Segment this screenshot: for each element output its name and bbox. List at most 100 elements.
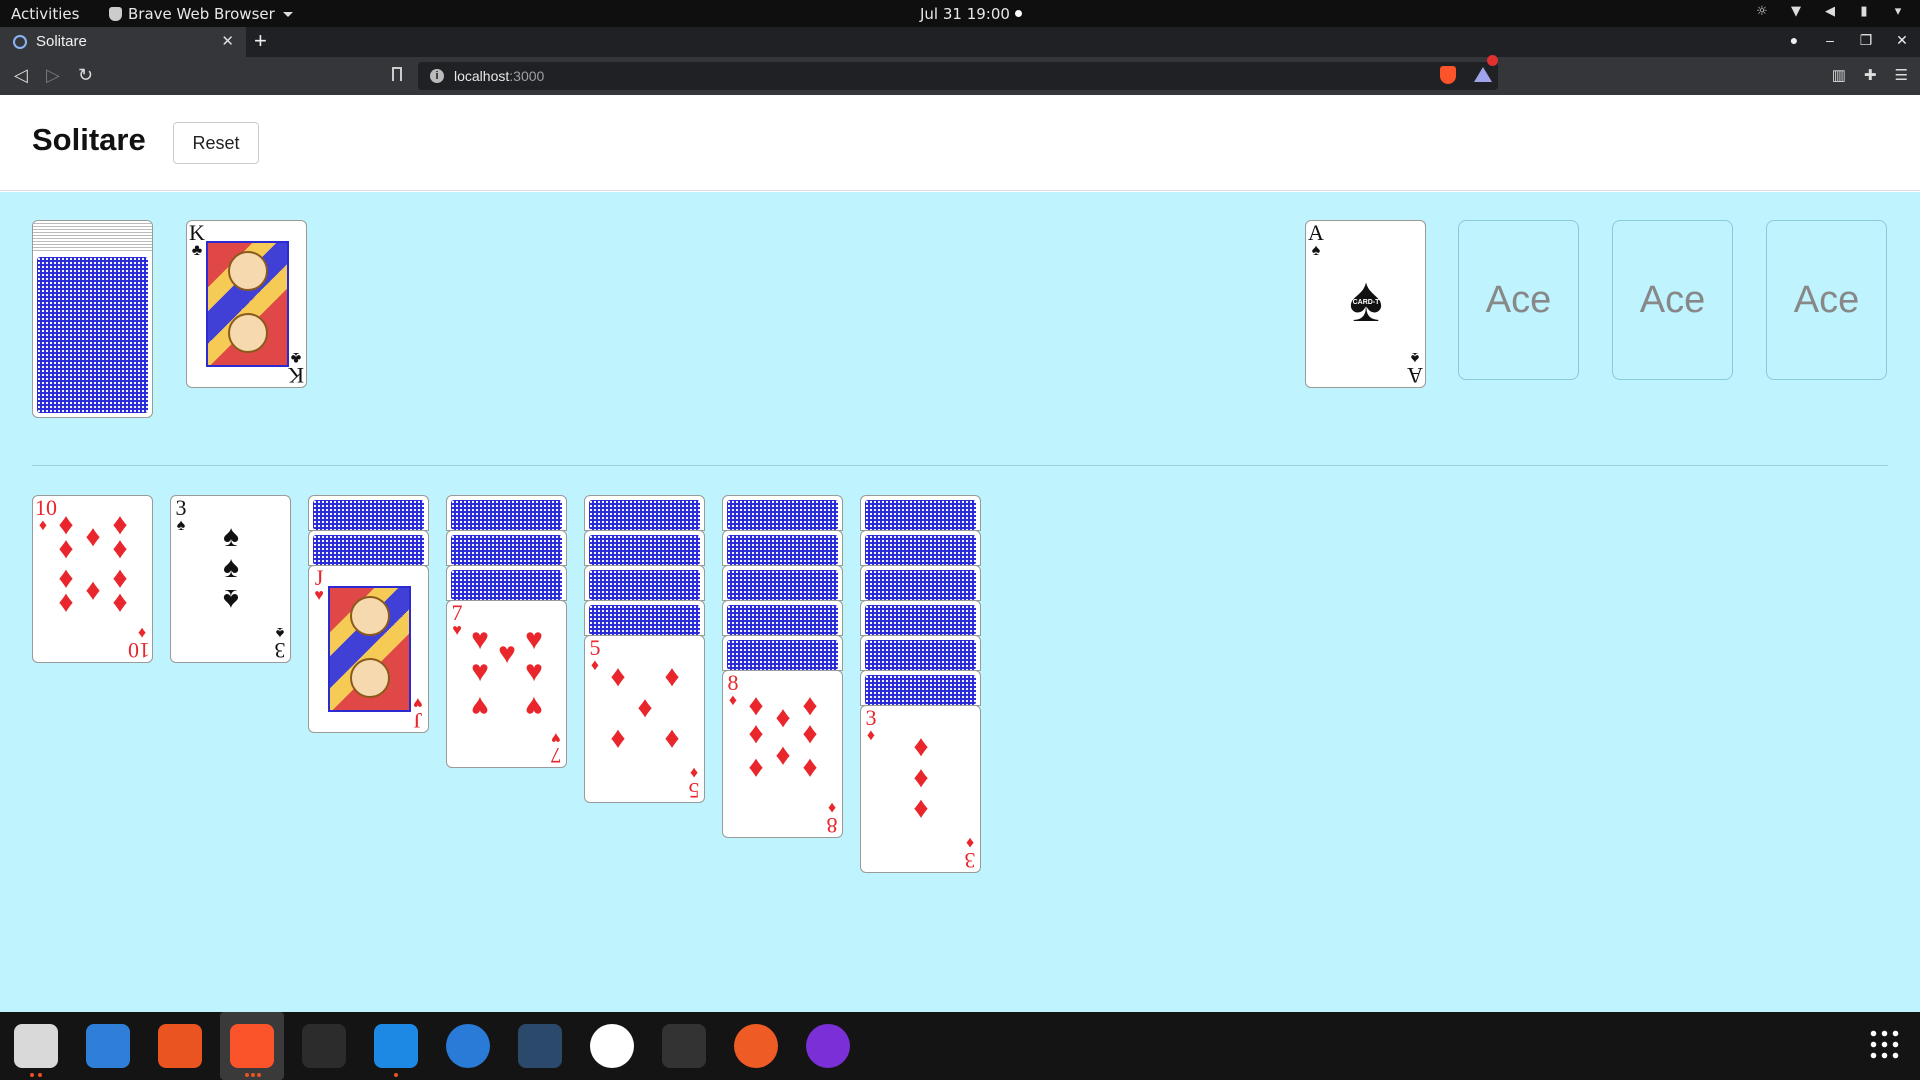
show-apps-icon[interactable] [1868, 1028, 1900, 1060]
heart-icon: ♥ [525, 655, 543, 688]
face-up-card[interactable]: 3 ♦ ♦ ♦ ♦ 3 ♦ [860, 705, 981, 873]
address-bar[interactable]: i localhost:3000 [418, 62, 1498, 90]
card-back [589, 500, 700, 530]
face-down-card [860, 600, 981, 636]
chevron-down-icon [282, 11, 293, 17]
face-up-card[interactable]: 8 ♦ ♦ ♦ ♦ ♦ ♦ ♦ ♦ ♦ 8 ♦ [722, 670, 843, 838]
extensions-icon[interactable]: ✚ [1864, 66, 1877, 84]
diamond-icon: ♦ [664, 660, 680, 693]
bookmark-icon[interactable] [392, 67, 402, 81]
profile-icon[interactable]: ● [1786, 32, 1802, 49]
face-down-card [860, 565, 981, 601]
vscode-icon[interactable] [374, 1024, 418, 1068]
card-back [589, 570, 700, 600]
diamond-icon: ♦ [610, 723, 626, 756]
diamond-icon: ♦ [802, 717, 818, 750]
diamond-icon: ♦ [637, 691, 653, 724]
board-divider [32, 465, 1888, 466]
heart-icon: ♥ [498, 637, 516, 670]
face-up-card[interactable]: 10 ♦ ♦ ♦ ♦ ♦ ♦ ♦ ♦ ♦ ♦ ♦ 10 ♦ [32, 495, 153, 663]
face-down-card [584, 565, 705, 601]
heart-icon: ♥ [314, 587, 324, 604]
mongodb-compass-icon[interactable] [590, 1024, 634, 1068]
diamond-icon: ♦ [58, 532, 74, 565]
tab-solitare[interactable]: Solitare ✕ [0, 27, 246, 57]
face-up-card[interactable]: 7 ♥ ♥ ♥ ♥ ♥ ♥ ♥ ♥ 7 ♥ [446, 600, 567, 768]
close-window-icon[interactable]: ✕ [1894, 32, 1910, 49]
card-corner: 3 ♦ [863, 707, 879, 744]
app-center-icon[interactable] [158, 1024, 202, 1068]
card-corner: 8 ♦ [824, 799, 840, 837]
reload-icon[interactable]: ↻ [78, 65, 93, 86]
files-icon[interactable] [14, 1024, 58, 1068]
running-indicator [394, 1073, 398, 1077]
heart-icon: ♥ [452, 622, 462, 639]
stock-edge [33, 221, 152, 253]
postman-icon[interactable] [734, 1024, 778, 1068]
card-back [727, 570, 838, 600]
card-back [865, 605, 976, 635]
card-back [589, 535, 700, 565]
face-down-card [860, 495, 981, 531]
url-port: :3000 [509, 68, 545, 84]
face-up-card[interactable]: 3 ♠ ♠ ♠ ♠ 3 ♠ [170, 495, 291, 663]
foundation-4[interactable]: Ace [1766, 220, 1887, 380]
site-info-icon[interactable]: i [430, 69, 444, 83]
stock-card[interactable] [32, 220, 153, 418]
brave-rewards-icon[interactable] [1474, 55, 1498, 82]
face-up-card[interactable]: 5 ♦ ♦ ♦ ♦ ♦ ♦ 5 ♦ [584, 635, 705, 803]
dock [0, 1012, 1920, 1080]
face-down-card [584, 600, 705, 636]
ace-spade-center: ♠ CARD-T [1344, 267, 1388, 331]
tab-title: Solitare [36, 33, 87, 50]
back-icon[interactable]: ◁ [14, 65, 28, 86]
help-icon[interactable] [446, 1024, 490, 1068]
brave-shields-icon[interactable] [1440, 66, 1456, 84]
foundation-2[interactable]: Ace [1458, 220, 1579, 380]
menu-icon[interactable]: ☰ [1895, 66, 1908, 84]
face-down-card [722, 565, 843, 601]
restore-icon[interactable]: ❐ [1858, 32, 1874, 49]
heart-icon: ♥ [525, 690, 543, 723]
firefox-icon[interactable] [806, 1024, 850, 1068]
reset-button[interactable]: Reset [173, 122, 259, 164]
diamond-icon: ♦ [85, 575, 101, 608]
figma-icon[interactable] [302, 1024, 346, 1068]
stock-pile[interactable] [32, 220, 153, 418]
card-corner: K ♣ [189, 222, 205, 259]
foundation-1[interactable]: A ♠ ♠ CARD-T A ♠ [1305, 220, 1426, 388]
foundation-3[interactable]: Ace [1612, 220, 1733, 380]
activities-button[interactable]: Activities [11, 5, 79, 23]
mysql-workbench-icon[interactable] [518, 1024, 562, 1068]
heart-icon: ♥ [551, 729, 561, 746]
power-icon: ▾ [1894, 4, 1902, 19]
close-icon[interactable]: ✕ [221, 32, 234, 50]
spade-icon: ♠ [223, 520, 239, 553]
heart-icon: ♥ [471, 690, 489, 723]
diamond-icon: ♦ [664, 723, 680, 756]
new-tab-button[interactable]: + [254, 29, 267, 53]
face-art3 [350, 658, 390, 698]
app-menu[interactable]: Brave Web Browser [109, 5, 293, 23]
reader-mode-icon[interactable]: ▥ [1832, 66, 1846, 84]
system-tray[interactable]: ☼ ▼ ◀ ▮ ▾ [1754, 5, 1906, 19]
face-up-card[interactable]: J ♥ J ♥ [308, 565, 429, 733]
brave-icon[interactable] [230, 1024, 274, 1068]
face-down-card [308, 495, 429, 531]
jack-face-art [328, 586, 411, 712]
text-editor-icon[interactable] [86, 1024, 130, 1068]
card-back [727, 605, 838, 635]
card-back [37, 257, 148, 413]
waste-card[interactable]: K ♣ K ♣ [186, 220, 307, 388]
clock[interactable]: Jul 31 19:00 [920, 5, 1010, 23]
forward-icon[interactable]: ▷ [46, 65, 60, 86]
face-down-card [446, 565, 567, 601]
minimize-icon[interactable]: – [1822, 32, 1838, 49]
card-back [451, 535, 562, 565]
face-down-card [584, 530, 705, 566]
notification-dot [1015, 10, 1022, 17]
face-down-card [860, 670, 981, 706]
spade-icon: ♠ [223, 551, 239, 584]
terminal-icon[interactable] [662, 1024, 706, 1068]
face-head-mirror [228, 313, 268, 353]
